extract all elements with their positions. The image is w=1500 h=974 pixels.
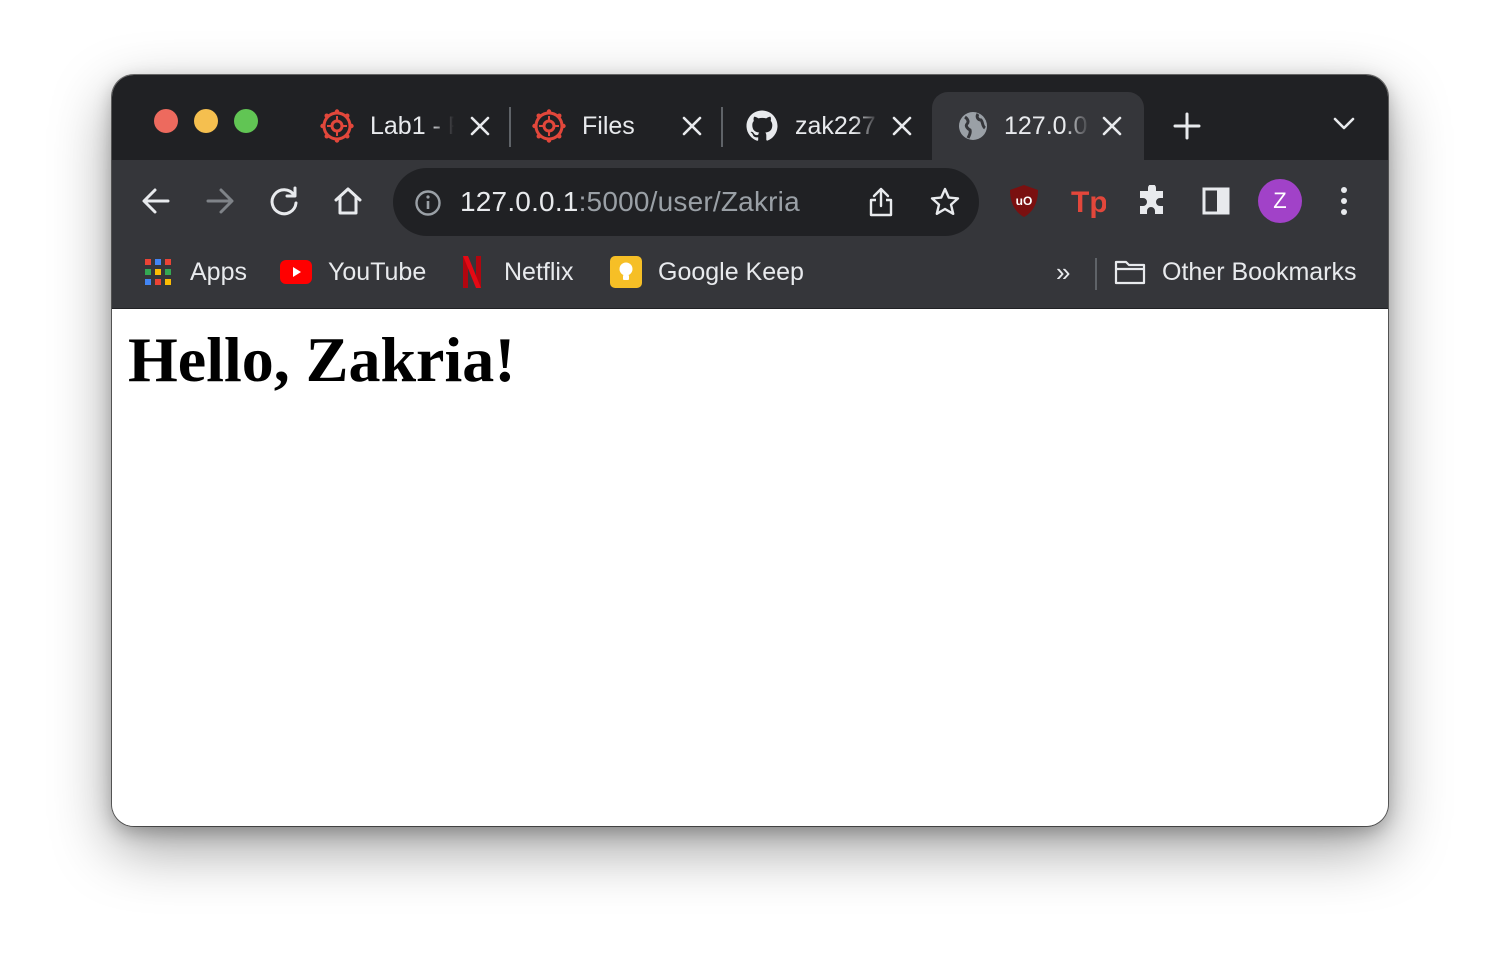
site-info-icon[interactable]	[414, 189, 442, 217]
url-host: 127.0.0.1	[460, 186, 579, 217]
globe-icon	[959, 112, 987, 140]
side-panel-button[interactable]	[1194, 179, 1238, 223]
url-path: :5000/user/Zakria	[578, 186, 800, 217]
zoom-window-button[interactable]	[234, 109, 258, 133]
bookmark-label: Netflix	[504, 257, 574, 286]
avatar: Z	[1258, 179, 1302, 223]
tab-separator	[721, 107, 723, 147]
tab-lab1[interactable]: Lab1 - F	[312, 92, 504, 160]
kebab-menu-icon	[1341, 187, 1347, 215]
bookmarks-separator	[1095, 258, 1097, 290]
youtube-icon	[280, 256, 312, 288]
side-panel-icon	[1202, 187, 1230, 215]
home-icon	[334, 187, 362, 215]
chevron-double-right-icon: »	[1056, 256, 1071, 287]
tp-extension-button[interactable]: Tp	[1066, 179, 1110, 223]
home-button[interactable]	[326, 179, 370, 223]
tab-title: Lab1 - F	[370, 112, 454, 140]
canvas-icon	[532, 109, 566, 143]
apps-grid-icon	[142, 256, 174, 288]
forward-button[interactable]	[198, 179, 242, 223]
page-content: Hello, Zakria!	[112, 309, 1388, 826]
bookmark-label: YouTube	[328, 257, 427, 286]
tab-title: zak227	[795, 112, 876, 140]
close-tab-icon[interactable]	[890, 114, 914, 138]
close-tab-icon[interactable]	[468, 114, 492, 138]
tab-search-chevron-icon[interactable]	[1333, 116, 1355, 132]
back-arrow-icon	[142, 188, 170, 214]
page-heading: Hello, Zakria!	[128, 324, 516, 395]
bookmarks-bar: Apps YouTube Netflix Google Keep » Other…	[112, 242, 1388, 309]
url-text[interactable]: 127.0.0.1:5000/user/Zakria	[460, 168, 800, 236]
bookmark-star-icon[interactable]	[929, 186, 961, 218]
svg-text:uO: uO	[1016, 194, 1033, 208]
tab-strip: Lab1 - F Files zak227 127.0.0	[112, 75, 1388, 160]
profile-button[interactable]: Z	[1258, 179, 1302, 223]
tab-localhost[interactable]: 127.0.0	[932, 92, 1144, 160]
bookmark-google-keep[interactable]: Google Keep	[610, 242, 804, 302]
menu-button[interactable]	[1322, 179, 1366, 223]
close-window-button[interactable]	[154, 109, 178, 133]
share-icon[interactable]	[866, 186, 896, 218]
bookmarks-overflow-button[interactable]: »	[1056, 242, 1070, 302]
tp-extension-icon: Tp	[1071, 186, 1106, 218]
reload-button[interactable]	[262, 179, 306, 223]
bookmark-netflix[interactable]: Netflix	[456, 242, 573, 302]
browser-window: Lab1 - F Files zak227 127.0.0 uO Tp Z 12…	[112, 75, 1388, 826]
forward-arrow-icon	[206, 188, 234, 214]
bookmark-label: Other Bookmarks	[1162, 257, 1357, 286]
bookmark-label: Google Keep	[658, 257, 804, 286]
minimize-window-button[interactable]	[194, 109, 218, 133]
tab-files[interactable]: Files	[524, 92, 716, 160]
tab-github[interactable]: zak227	[737, 92, 929, 160]
bookmark-apps[interactable]: Apps	[142, 242, 247, 302]
tab-separator	[509, 107, 511, 147]
bookmark-label: Apps	[190, 257, 247, 286]
canvas-icon	[320, 109, 354, 143]
folder-icon	[1114, 256, 1146, 288]
svg-text:Tp: Tp	[1071, 186, 1106, 218]
ublock-extension-button[interactable]: uO	[1002, 179, 1046, 223]
bookmark-other-bookmarks[interactable]: Other Bookmarks	[1114, 242, 1357, 302]
bookmark-youtube[interactable]: YouTube	[280, 242, 426, 302]
extensions-button[interactable]	[1130, 179, 1174, 223]
close-tab-icon[interactable]	[680, 114, 704, 138]
github-icon	[746, 110, 778, 141]
tab-title: Files	[582, 112, 635, 140]
new-tab-icon[interactable]	[1173, 112, 1201, 140]
ublock-origin-icon: uO	[1010, 185, 1038, 217]
address-bar[interactable]: 127.0.0.1:5000/user/Zakria	[393, 168, 979, 236]
google-keep-icon	[610, 256, 642, 288]
back-button[interactable]	[134, 179, 178, 223]
reload-icon	[270, 186, 298, 216]
close-tab-icon[interactable]	[1100, 114, 1124, 138]
netflix-icon	[456, 256, 488, 288]
puzzle-icon	[1140, 185, 1163, 214]
tab-title: 127.0.0	[1004, 112, 1088, 140]
